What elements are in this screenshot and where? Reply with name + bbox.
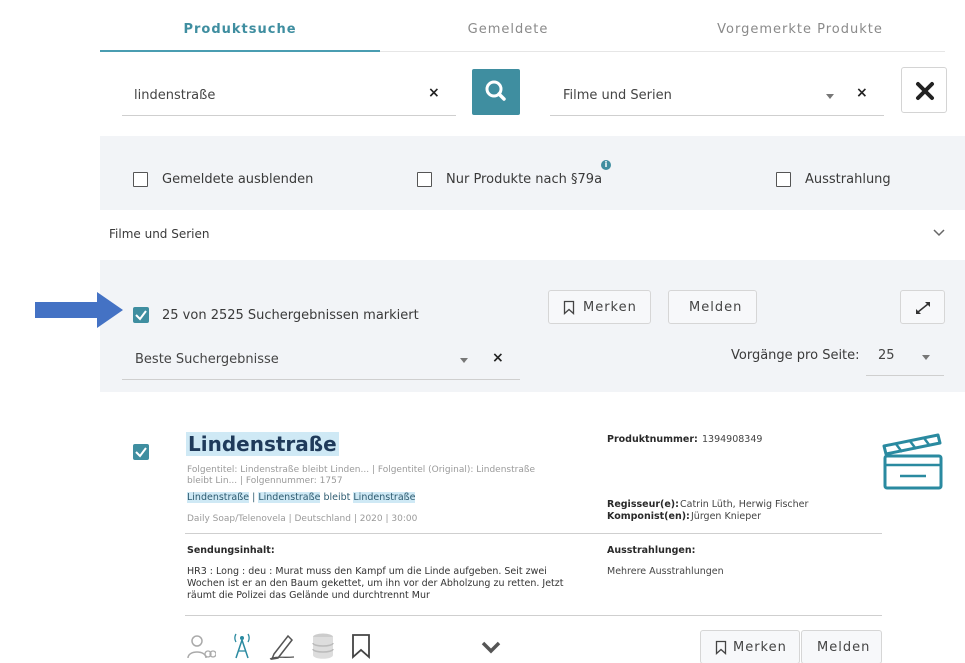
only-79a-label: Nur Produkte nach §79a bbox=[446, 172, 603, 187]
expand-icon bbox=[916, 302, 930, 314]
clear-category-icon[interactable]: × bbox=[856, 85, 868, 101]
hide-reported-label: Gemeldete ausblenden bbox=[162, 172, 314, 187]
bookmark-icon bbox=[563, 300, 575, 315]
chevron-down-icon[interactable] bbox=[460, 358, 468, 363]
active-tab-indicator bbox=[100, 50, 380, 52]
sort-select-value: Beste Suchergebnisse bbox=[135, 352, 279, 367]
per-page-label: Vorgänge pro Seite: bbox=[731, 348, 860, 363]
expand-button[interactable] bbox=[900, 290, 945, 324]
per-page-select[interactable]: 25 bbox=[866, 340, 944, 376]
search-button[interactable] bbox=[472, 69, 520, 115]
melden-button-label: Melden bbox=[689, 300, 743, 315]
close-icon bbox=[916, 82, 934, 100]
melden-button[interactable]: Melden bbox=[668, 290, 757, 324]
highlight-term: Lindenstraße bbox=[353, 492, 416, 503]
broadcast-checkbox[interactable] bbox=[776, 172, 791, 187]
merken-button[interactable]: Merken bbox=[548, 290, 651, 324]
search-input[interactable]: lindenstraße × bbox=[122, 74, 456, 116]
user-link-icon[interactable] bbox=[186, 632, 216, 660]
episode-meta-line-2: bleibt Lin... | Folgennummer: 1757 bbox=[187, 476, 343, 486]
highlight-sep: | bbox=[249, 492, 259, 503]
only-79a-checkbox[interactable] bbox=[417, 172, 432, 187]
director-label: Regisseur(e): bbox=[607, 499, 679, 510]
composer-value: Jürgen Knieper bbox=[691, 511, 761, 522]
check-icon bbox=[135, 310, 147, 321]
clear-search-icon[interactable]: × bbox=[428, 85, 440, 101]
broadcasts-label: Ausstrahlungen: bbox=[607, 545, 696, 556]
edit-pen-icon[interactable] bbox=[268, 632, 296, 660]
broadcast-label: Ausstrahlung bbox=[805, 172, 891, 187]
merken-button-label: Merken bbox=[583, 300, 637, 315]
bookmark-icon[interactable] bbox=[350, 632, 372, 660]
per-page-value: 25 bbox=[878, 348, 895, 363]
director-value: Catrin Lüth, Herwig Fischer bbox=[680, 499, 809, 510]
highlight-term: Lindenstraße bbox=[258, 492, 321, 503]
chevron-down-icon[interactable] bbox=[922, 355, 930, 360]
info-icon[interactable]: i bbox=[601, 160, 611, 170]
card-merken-button[interactable]: Merken bbox=[700, 630, 800, 663]
broadcast-antenna-icon[interactable] bbox=[228, 632, 256, 660]
hide-reported-checkbox[interactable] bbox=[133, 172, 148, 187]
card-divider bbox=[185, 533, 882, 534]
search-input-value: lindenstraße bbox=[134, 88, 216, 103]
chevron-down-icon[interactable] bbox=[480, 640, 502, 656]
bookmark-icon bbox=[715, 640, 727, 655]
chevron-down-icon[interactable] bbox=[826, 94, 834, 99]
content-text: HR3 : Long : deu : Murat muss den Kampf … bbox=[187, 566, 564, 601]
category-select[interactable]: Filme und Serien × bbox=[550, 74, 884, 116]
search-icon bbox=[485, 80, 506, 101]
card-melden-button[interactable]: Melden bbox=[801, 630, 882, 663]
database-icon[interactable] bbox=[310, 632, 336, 660]
category-accordion[interactable]: Filme und Serien bbox=[100, 210, 965, 260]
content-label: Sendungsinhalt: bbox=[187, 545, 275, 556]
arrow-annotation-icon bbox=[35, 292, 123, 328]
product-number-value: 1394908349 bbox=[702, 434, 763, 445]
highlight-line: Lindenstraße | Lindenstraße bleibt Linde… bbox=[187, 492, 416, 503]
select-all-checkbox[interactable] bbox=[133, 307, 149, 323]
chevron-down-icon bbox=[933, 229, 945, 237]
product-number-label: Produktnummer: bbox=[607, 434, 698, 445]
broadcasts-value: Mehrere Ausstrahlungen bbox=[607, 566, 724, 577]
accordion-label: Filme und Serien bbox=[109, 227, 210, 241]
card-divider bbox=[185, 615, 882, 616]
tab-gemeldete[interactable]: Gemeldete bbox=[418, 22, 598, 37]
highlight-term: Lindenstraße bbox=[187, 492, 250, 503]
check-icon bbox=[135, 447, 147, 458]
clear-sort-icon[interactable]: × bbox=[492, 350, 504, 366]
episode-meta-line-1: Folgentitel: Lindenstraße bleibt Linden.… bbox=[187, 465, 536, 475]
highlight-sep: bleibt bbox=[320, 492, 354, 503]
result-checkbox[interactable] bbox=[133, 444, 149, 460]
reset-search-button[interactable] bbox=[901, 67, 947, 113]
sort-select[interactable]: Beste Suchergebnisse × bbox=[122, 340, 520, 380]
tab-produktsuche[interactable]: Produktsuche bbox=[150, 22, 330, 37]
category-select-value: Filme und Serien bbox=[563, 88, 672, 103]
result-title[interactable]: Lindenstraße bbox=[186, 432, 339, 456]
card-melden-label: Melden bbox=[817, 640, 871, 655]
composer-label: Komponist(en): bbox=[607, 511, 690, 522]
tab-vorgemerkte-produkte[interactable]: Vorgemerkte Produkte bbox=[700, 22, 900, 37]
genre-line: Daily Soap/Telenovela | Deutschland | 20… bbox=[187, 514, 418, 524]
selected-count-label: 25 von 2525 Suchergebnissen markiert bbox=[162, 308, 419, 323]
card-merken-label: Merken bbox=[733, 640, 787, 655]
film-clapperboard-icon bbox=[882, 433, 943, 490]
